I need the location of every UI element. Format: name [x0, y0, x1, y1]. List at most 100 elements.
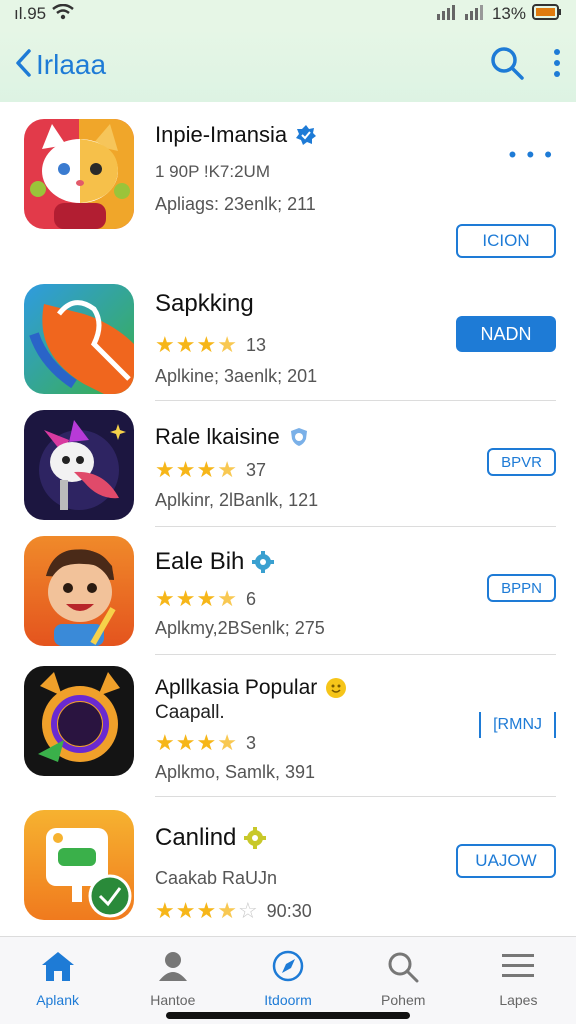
app-name-text: Sapkking — [155, 290, 254, 317]
tab-label: Hantoe — [150, 992, 196, 1008]
app-subtitle: Caakab RaUJn — [155, 868, 278, 888]
battery-icon — [532, 3, 562, 25]
app-icon-cat — [24, 119, 134, 229]
tab-search[interactable]: Pohem — [346, 937, 461, 1024]
star-half-icon: ★ — [217, 586, 237, 611]
star-icon: ★ — [155, 586, 175, 611]
search-icon[interactable] — [488, 44, 526, 87]
app-name: Rale lkaisine — [155, 424, 310, 450]
star-icon: ★ — [155, 332, 175, 357]
rating: ★ ★ ★ ★ 3 — [155, 732, 256, 754]
star-icon: ★ — [155, 457, 175, 482]
tab-label: Lapes — [499, 992, 538, 1008]
more-horizontal-icon[interactable]: • • • — [509, 142, 554, 168]
install-button[interactable]: NADN — [456, 316, 556, 352]
star-icon: ★ — [175, 898, 196, 923]
tab-person[interactable]: Hantoe — [115, 937, 230, 1024]
page-title: Irlaaa — [36, 49, 107, 80]
status-time: ıl.95 — [14, 4, 47, 23]
rating: ★ ★ ★ ★ 6 — [155, 588, 256, 610]
get-button[interactable]: [RMNJ — [479, 712, 556, 738]
star-icon: ★ — [155, 730, 175, 755]
list-item[interactable]: Rale lkaisine ★ ★ ★ ★ 37 Aplkinr, 2lBanl… — [0, 402, 576, 528]
tab-label: Pohem — [381, 992, 426, 1008]
smiley-icon — [325, 677, 347, 699]
verified-badge-icon — [288, 426, 310, 448]
divider — [155, 654, 556, 655]
app-icon-fox-ring — [24, 666, 134, 776]
divider — [155, 400, 556, 401]
app-subtitle: 1 90P !K7:2UM — [155, 162, 270, 181]
divider — [155, 796, 556, 797]
nav-header: Irlaaa — [0, 28, 576, 102]
rating: ★ ★ ★ ★ 13 — [155, 334, 266, 356]
app-meta: Aplkine; 3aenlk; 201 — [155, 366, 318, 386]
app-meta: Aplkinr, 2lBanlk, 121 — [155, 490, 319, 510]
app-icon-chat — [24, 810, 134, 920]
list-item[interactable]: Sapkking ★ ★ ★ ★ 13 Aplkine; 3aenlk; 201… — [0, 282, 576, 402]
app-name: Apllkasia Popular — [155, 676, 347, 700]
star-half-icon: ★ — [217, 457, 237, 482]
app-name: Canlind — [155, 824, 267, 852]
app-name: Inpie-Imansia — [155, 122, 317, 148]
rating-count: 13 — [245, 334, 266, 355]
gear-badge-icon — [252, 551, 275, 573]
app-meta: Apliags: 23enlk; 211 — [155, 194, 316, 214]
rating-count: 90:30 — [266, 900, 312, 921]
rating: ★ ★ ★ ★ ☆ 90:30 — [155, 900, 312, 922]
app-subtitle: Caapall. — [155, 702, 225, 723]
rating-count: 3 — [245, 732, 256, 753]
tab-home[interactable]: Aplank — [0, 937, 115, 1024]
get-button[interactable]: ICION — [456, 224, 556, 258]
star-icon: ★ — [196, 730, 217, 755]
search-icon — [385, 949, 421, 986]
app-icon-boy — [24, 536, 134, 646]
divider — [155, 526, 556, 527]
star-icon: ★ — [175, 332, 196, 357]
get-button[interactable]: BPPN — [487, 574, 556, 602]
rating-count: 37 — [245, 459, 266, 480]
app-icon-swirl — [24, 284, 134, 394]
get-button[interactable]: BPVR — [487, 448, 556, 476]
rating-count: 6 — [245, 588, 256, 609]
app-name-text: Apllkasia Popular — [155, 676, 318, 699]
tab-discover[interactable]: Itdoorm — [230, 937, 345, 1024]
signal-icon — [436, 4, 458, 25]
signal-icon-2 — [464, 4, 486, 25]
star-half-icon: ★ — [217, 898, 237, 923]
app-meta: Aplkmy,2BSenlk; 275 — [155, 618, 325, 638]
list-item[interactable]: Eale Bih ★ ★ ★ ★ 6 Aplkmy,2BSenlk; 275 B… — [0, 528, 576, 656]
get-button[interactable]: UAJOW — [456, 844, 556, 878]
wifi-icon — [52, 3, 74, 25]
battery-level: 13% — [491, 4, 526, 23]
star-empty-icon: ☆ — [237, 898, 258, 923]
star-icon: ★ — [196, 457, 217, 482]
tab-bar: Aplank Hantoe Itdoorm Pohem Lapes — [0, 936, 576, 1024]
app-name: Eale Bih — [155, 548, 275, 576]
list-item[interactable]: Apllkasia Popular Caapall. ★ ★ ★ ★ 3 Apl… — [0, 656, 576, 798]
app-name: Sapkking — [155, 290, 254, 318]
tab-label: Aplank — [36, 992, 79, 1008]
back-button[interactable]: Irlaaa — [14, 48, 106, 83]
chevron-left-icon — [14, 48, 32, 83]
tab-label: Itdoorm — [264, 992, 312, 1008]
star-icon: ★ — [175, 586, 196, 611]
list-item[interactable]: Inpie-Imansia • • • 1 90P !K7:2UM Apliag… — [0, 102, 576, 282]
home-icon — [39, 949, 77, 986]
status-bar: ıl.95 13% — [0, 0, 576, 28]
menu-icon — [500, 949, 536, 986]
app-list: Inpie-Imansia • • • 1 90P !K7:2UM Apliag… — [0, 102, 576, 936]
star-icon: ★ — [196, 898, 217, 923]
app-icon-creature — [24, 410, 134, 520]
compass-icon — [270, 949, 306, 986]
star-half-icon: ★ — [217, 332, 237, 357]
rating: ★ ★ ★ ★ 37 — [155, 459, 266, 481]
more-vertical-icon[interactable] — [552, 47, 562, 84]
list-item[interactable]: Canlind Caakab RaUJn ★ ★ ★ ★ ☆ 90:30 UAJ… — [0, 798, 576, 936]
tab-menu[interactable]: Lapes — [461, 937, 576, 1024]
verified-badge-icon — [295, 124, 317, 146]
star-half-icon: ★ — [217, 730, 237, 755]
star-icon: ★ — [196, 586, 217, 611]
app-name-text: Eale Bih — [155, 548, 245, 575]
star-icon: ★ — [196, 332, 217, 357]
